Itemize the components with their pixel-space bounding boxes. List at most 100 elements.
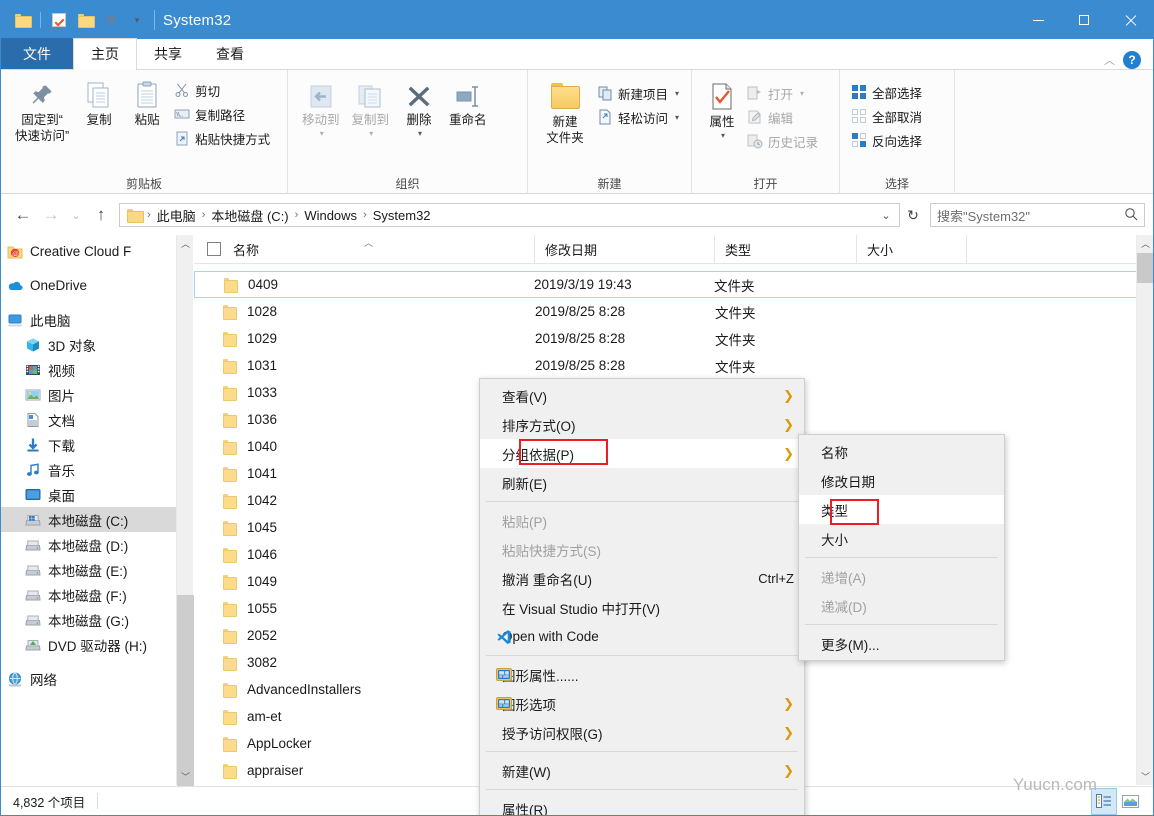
properties-caret-icon[interactable]: ▾ [721,131,725,140]
sidebar-item-onedrive[interactable]: OneDrive [1,273,192,298]
sidebar-item-g[interactable]: 本地磁盘 (G:) [1,607,192,632]
sidebar-item-dvdh[interactable]: DVD 驱动器 (H:) [1,632,192,657]
select-all-button[interactable]: 全部选择 [848,80,928,104]
easy-access-button[interactable]: 轻松访问 ▾ [594,105,685,129]
menu-item[interactable]: 粘贴快捷方式(S) [480,535,804,564]
delete-button[interactable]: 删除 ▾ [395,80,443,142]
pin-to-quick-access-button[interactable]: 固定到“ 快速访问” [9,76,75,148]
menu-item[interactable]: 新建(W)❯ [480,756,804,785]
group-by-submenu[interactable]: 名称修改日期类型大小递增(A)递减(D)更多(M)... [798,434,1005,661]
menu-item[interactable]: 排序方式(O)❯ [480,410,804,439]
nav-scroll-down-icon[interactable]: ﹀ [177,768,194,785]
column-header-date[interactable]: 修改日期 [535,235,715,264]
back-button[interactable]: ← [9,201,37,229]
sidebar-item-[interactable]: 桌面 [1,482,192,507]
menu-item[interactable]: 大小 [799,524,1004,553]
sidebar-item-[interactable]: 此电脑 [1,307,192,332]
menu-item[interactable]: 属性(R) [480,794,804,816]
breadcrumb-local-disk-c[interactable]: 本地磁盘 (C:) [206,204,293,227]
refresh-button[interactable]: ↻ [900,203,926,227]
menu-item[interactable]: 撤消 重命名(U)Ctrl+Z [480,564,804,593]
table-row[interactable]: 10282019/8/25 8:28文件夹 [194,298,1153,325]
breadcrumb-this-pc[interactable]: 此电脑 [152,204,201,227]
file-scroll-down-icon[interactable]: ﹀ [1137,768,1154,785]
collapse-ribbon-icon[interactable]: ︿ [1104,52,1115,68]
sidebar-item-c[interactable]: 本地磁盘 (C:) [1,507,192,532]
help-icon[interactable]: ? [1123,51,1141,69]
system-menu-folder-icon[interactable] [11,9,33,31]
menu-item[interactable]: 更多(M)... [799,629,1004,658]
open-caret-icon[interactable]: ▾ [800,89,804,98]
up-button[interactable]: ↑ [87,201,115,229]
column-header-type[interactable]: 类型 [715,235,857,264]
sidebar-item-[interactable]: 音乐 [1,457,192,482]
new-folder-icon[interactable] [74,9,96,31]
sidebar-item-3d[interactable]: 3D 对象 [1,332,192,357]
rename-button[interactable]: 重命名 [443,80,493,133]
sidebar-item-[interactable]: 视频 [1,357,192,382]
tab-file[interactable]: 文件 [1,38,73,69]
sidebar-item-f[interactable]: 本地磁盘 (F:) [1,582,192,607]
table-row[interactable]: 04092019/3/19 19:43文件夹 [194,271,1153,298]
context-menu[interactable]: 查看(V)❯排序方式(O)❯分组依据(P)❯刷新(E) 粘贴(P)粘贴快捷方式(S… [479,378,805,816]
menu-item[interactable]: 在 Visual Studio 中打开(V) [480,593,804,622]
move-to-button[interactable]: 移动到 ▾ [296,80,346,142]
menu-item[interactable]: 授予访问权限(G)❯ [480,718,804,747]
menu-item[interactable]: 修改日期 [799,466,1004,495]
minimize-button[interactable] [1015,1,1061,39]
close-button[interactable] [1107,1,1153,39]
menu-item[interactable]: 名称 [799,437,1004,466]
maximize-button[interactable] [1061,1,1107,39]
file-scrollbar-thumb[interactable] [1137,253,1154,283]
breadcrumb-bar[interactable]: › 此电脑 › 本地磁盘 (C:) › Windows › System32 ⌄ [119,203,900,227]
invert-selection-button[interactable]: 反向选择 [848,128,928,152]
tab-view[interactable]: 查看 [199,38,261,69]
copy-path-button[interactable]: \\.. 复制路径 [171,102,276,126]
select-none-button[interactable]: 全部取消 [848,104,928,128]
easy-access-caret-icon[interactable]: ▾ [675,113,679,122]
forward-button[interactable]: → [37,201,65,229]
sidebar-item-[interactable]: 图片 [1,382,192,407]
menu-item[interactable]: 图形选项❯ [480,689,804,718]
menu-item[interactable]: Open with Code [480,622,804,651]
copy-to-caret-icon[interactable]: ▾ [369,129,373,138]
large-icons-view-icon[interactable] [1117,788,1143,815]
menu-item[interactable]: 查看(V)❯ [480,381,804,410]
table-row[interactable]: 10312019/8/25 8:28文件夹 [194,352,1153,379]
menu-item[interactable]: 分组依据(P)❯ [480,439,804,468]
paste-shortcut-button[interactable]: 粘贴快捷方式 [171,126,276,150]
sidebar-item-[interactable]: 下载 [1,432,192,457]
file-list-scrollbar[interactable]: ︿ ﹀ [1136,235,1153,785]
menu-item[interactable]: 图形属性...... [480,660,804,689]
column-header-name[interactable]: 名称 ︿ [194,235,535,264]
new-item-button[interactable]: 新建项目 ▾ [594,81,685,105]
new-folder-button[interactable]: 新建 文件夹 [536,78,594,150]
menu-item[interactable]: 粘贴(P) [480,506,804,535]
menu-item[interactable]: 刷新(E) [480,468,804,497]
sidebar-item-e[interactable]: 本地磁盘 (E:) [1,557,192,582]
sidebar-item-d[interactable]: 本地磁盘 (D:) [1,532,192,557]
move-to-caret-icon[interactable]: ▾ [320,129,324,138]
nav-scroll-up-icon[interactable]: ︿ [177,235,194,252]
tab-home[interactable]: 主页 [73,38,137,69]
search-box[interactable]: 搜索"System32" [930,203,1145,227]
file-scroll-up-icon[interactable]: ︿ [1137,235,1154,252]
paste-button[interactable]: 粘贴 [123,76,171,133]
open-button[interactable]: 打开 ▾ [744,81,824,105]
navigation-pane[interactable]: @Creative Cloud FOneDrive此电脑3D 对象视频图片文档下… [1,235,193,785]
delete-caret-icon[interactable]: ▾ [418,129,422,138]
sidebar-item-[interactable]: 网络 [1,666,192,691]
table-row[interactable]: 10292019/8/25 8:28文件夹 [194,325,1153,352]
breadcrumb-system32[interactable]: System32 [368,206,436,225]
breadcrumb-windows[interactable]: Windows [299,206,362,225]
address-dropdown-icon[interactable]: ⌄ [875,204,897,226]
properties-checkbox-icon[interactable] [48,9,70,31]
sidebar-item-creativecloudf[interactable]: @Creative Cloud F [1,239,192,264]
navigation-scrollbar[interactable]: ︿ ﹀ [176,235,193,785]
cut-button[interactable]: 剪切 [171,78,276,102]
properties-button[interactable]: 属性 ▾ [700,78,744,144]
customize-qat-caret-icon[interactable]: ▾ [126,9,148,31]
delete-icon[interactable]: ✕ [100,9,122,31]
edit-button[interactable]: 编辑 [744,105,824,129]
copy-button[interactable]: 复制 [75,76,123,133]
